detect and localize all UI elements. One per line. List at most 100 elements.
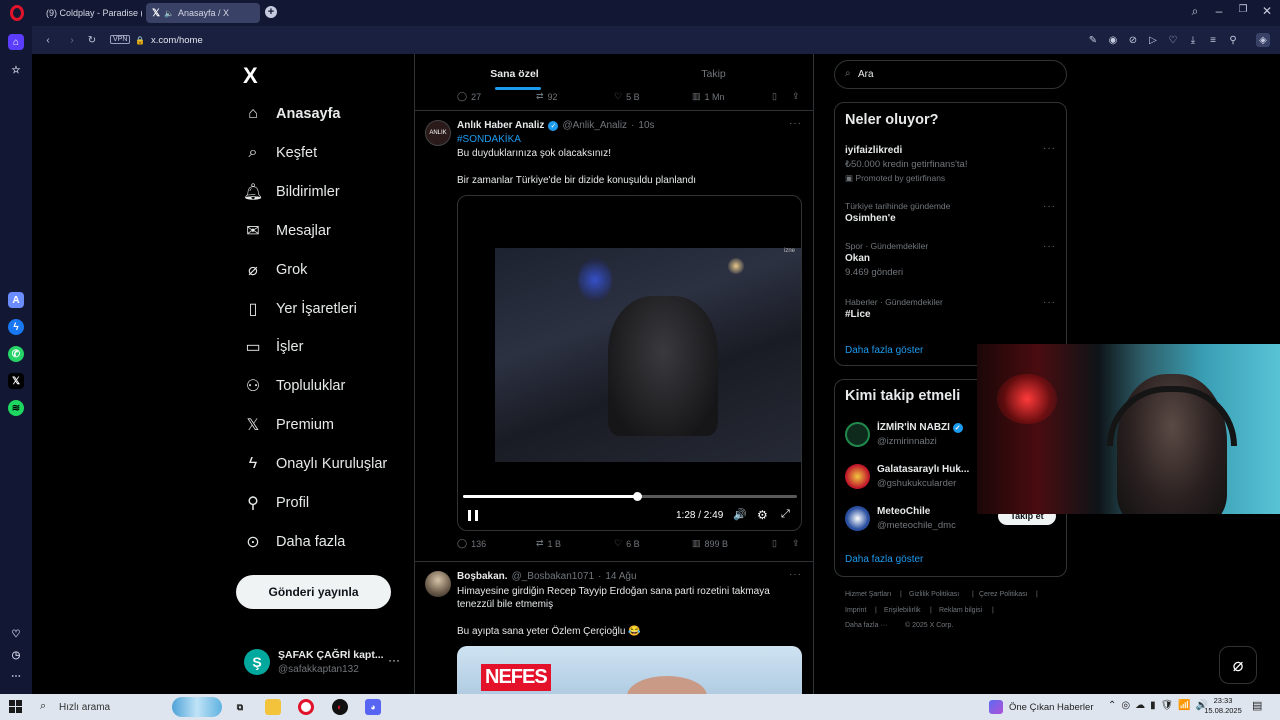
task-view-icon[interactable]: ⧉ [232,699,248,715]
video-progress-handle[interactable] [632,492,642,501]
views-button[interactable]: ▥ 1 Mn [692,91,725,102]
nav-item-x-premium[interactable]: 𝕏 Premium [244,410,334,440]
news-widget[interactable]: Öne Çıkan Haberler [989,700,1093,714]
hashtag-link[interactable]: #SONDAKİKA [457,134,521,145]
vpn-badge[interactable]: VPN [110,35,131,44]
footer-link[interactable]: Erişilebilirlik [884,607,921,614]
spotify-icon[interactable]: ≋ [8,400,24,416]
avatar[interactable]: ANLIK [425,120,451,146]
forward-icon[interactable]: › [66,34,78,46]
opera-logo-icon[interactable] [10,5,24,21]
bookmark-button[interactable]: ▯ [772,538,777,549]
nav-item-lightning[interactable]: ϟ Onaylı Kuruluşlar [244,449,387,479]
views-button[interactable]: ▥ 899 B [692,538,728,549]
nav-item-bell[interactable]: 🔔︎ Bildirimler [243,177,340,207]
post-button[interactable]: Gönderi yayınla [236,575,391,609]
trend-item[interactable]: Haberler · Gündemdekiler #Lice ··· [845,297,1060,320]
system-tray-icons[interactable]: ⌃◎☁▮🛡📶🔊 [1108,700,1213,711]
tweet-more-icon[interactable]: ··· [789,569,802,580]
trend-more-icon[interactable]: ··· [1043,201,1056,212]
tab-sana-ozel[interactable]: Sana özel [415,54,614,92]
tab-youtube[interactable]: (9) Coldplay - Paradise (Of [36,3,142,23]
star-icon[interactable]: ☆ [8,62,24,78]
reply-button[interactable]: ◯ 27 [457,91,481,102]
settings-icon[interactable]: ⚙ [757,508,768,522]
footer-link[interactable]: Reklam bilgisi [939,607,982,614]
menu-icon[interactable]: ≡ [1207,34,1219,46]
discord-icon[interactable]: ◕ [365,699,381,715]
download-icon[interactable]: ⤓ [1187,34,1199,46]
minimize-icon[interactable]: – [1211,4,1227,18]
fullscreen-icon[interactable]: ⤢ [781,508,790,521]
messenger-icon[interactable]: ϟ [8,319,24,335]
tweet-author[interactable]: Boşbakan. @_Bosbakan1071 · 14 Ağu [457,571,637,582]
new-tab-icon[interactable]: + [265,6,277,18]
camera-icon[interactable]: ◉ [1107,34,1119,46]
avatar[interactable] [425,571,451,597]
x-logo[interactable]: X [243,63,258,89]
show-more-link[interactable]: Daha fazla göster [845,554,923,565]
nav-item-briefcase[interactable]: ▭ İşler [244,332,303,362]
aria-icon[interactable]: A [8,292,24,308]
tweet-media[interactable]: NEFES [457,646,802,694]
tweet[interactable]: ANLIK Anlık Haber Analiz ✓ @Anlik_Analiz… [415,111,813,561]
footer-link[interactable]: Hizmet Şartları [845,591,891,598]
pause-icon[interactable] [468,510,478,521]
footer-link[interactable]: Imprint [845,607,866,614]
close-icon[interactable]: ✕ [1259,4,1275,18]
taskbar-search[interactable]: ⌕ Hızlı arama [34,696,224,718]
nav-item-grok[interactable]: ⌀ Grok [244,255,307,285]
grok-floating-button[interactable]: ⌀ [1219,646,1257,684]
video-progress-track[interactable] [463,492,797,501]
edit-icon[interactable]: ✎ [1087,34,1099,46]
like-button[interactable]: ♡ 6 B [614,538,640,549]
tab-takip[interactable]: Takip [614,54,813,92]
account-switcher[interactable]: Ş ŞAFAK ÇAĞRİ kapt... @safakkaptan132 ··… [242,647,402,681]
history-icon[interactable]: ◷ [8,647,24,663]
nav-item-mail[interactable]: ✉ Mesajlar [244,216,331,246]
heart-icon[interactable]: ♡ [8,626,24,642]
reply-button[interactable]: ◯ 136 [457,538,486,549]
volume-icon[interactable]: 🔊 [733,508,747,521]
clock[interactable]: 23:33 15.08.2025 [1200,696,1246,716]
nav-item-profile[interactable]: ⚲ Profil [244,488,309,518]
maximize-icon[interactable]: ❐ [1235,4,1251,15]
x-sidebar-icon[interactable]: 𝕏 [8,373,24,389]
home-icon[interactable]: ⌂ [8,34,24,50]
file-explorer-icon[interactable] [265,699,281,715]
video-player[interactable]: izne 1:28 / 2:49 🔊 ⚙ ⤢ [457,195,802,531]
share-button[interactable]: ⇪ [792,538,800,549]
footer-link[interactable]: Çerez Politikası [979,591,1028,598]
notification-icon[interactable]: ▤ [1252,699,1262,712]
show-more-link[interactable]: Daha fazla göster [845,345,923,356]
nav-item-more-circle[interactable]: ⊙ Daha fazla [244,527,345,557]
trend-item[interactable]: Türkiye tarihinde gündemde Osimhen'e ··· [845,201,1060,224]
footer-link[interactable]: Gizlilik Politikası [909,591,959,598]
tweet-more-icon[interactable]: ··· [789,118,802,129]
extension-icon[interactable]: ◈ [1256,33,1270,47]
tweet-author[interactable]: Anlık Haber Analiz ✓ @Anlik_Analiz · 10s [457,120,655,131]
repost-button[interactable]: ⇄ 1 B [536,538,561,549]
windows-start-icon[interactable] [9,700,22,713]
search-box[interactable]: ⌕ Ara [834,60,1067,89]
trend-more-icon[interactable]: ··· [1043,143,1056,154]
share-button[interactable]: ⇪ [792,91,800,102]
tab-x-home[interactable]: 𝕏 🔈 Anasayfa / X [146,3,260,23]
account-icon[interactable]: ⚲ [1227,34,1239,46]
search-input[interactable]: Ara [858,69,874,80]
search-tabs-icon[interactable]: ⌕ [1187,4,1203,19]
nav-item-home[interactable]: ⌂ Anasayfa [244,99,340,129]
bookmark-button[interactable]: ▯ [772,91,777,102]
account-more-icon[interactable]: ··· [388,653,400,667]
shield-icon[interactable]: ⊘ [1127,34,1139,46]
trend-item[interactable]: Spor · Gündemdekiler Okan 9.469 gönderi ··· [845,241,1060,278]
trend-more-icon[interactable]: ··· [1043,297,1056,308]
play-icon[interactable]: ▷ [1147,34,1159,46]
whatsapp-icon[interactable]: ✆ [8,346,24,362]
opera-icon[interactable] [298,699,314,715]
trend-item[interactable]: iyifaizlikredi ₺50.000 kredin getirfinans… [845,143,1060,184]
repost-button[interactable]: ⇄ 92 [536,91,558,102]
reload-icon[interactable]: ↻ [86,34,98,46]
nav-item-search[interactable]: ⌕ Keşfet [244,138,318,168]
footer-link[interactable]: Daha fazla ··· [845,622,887,629]
